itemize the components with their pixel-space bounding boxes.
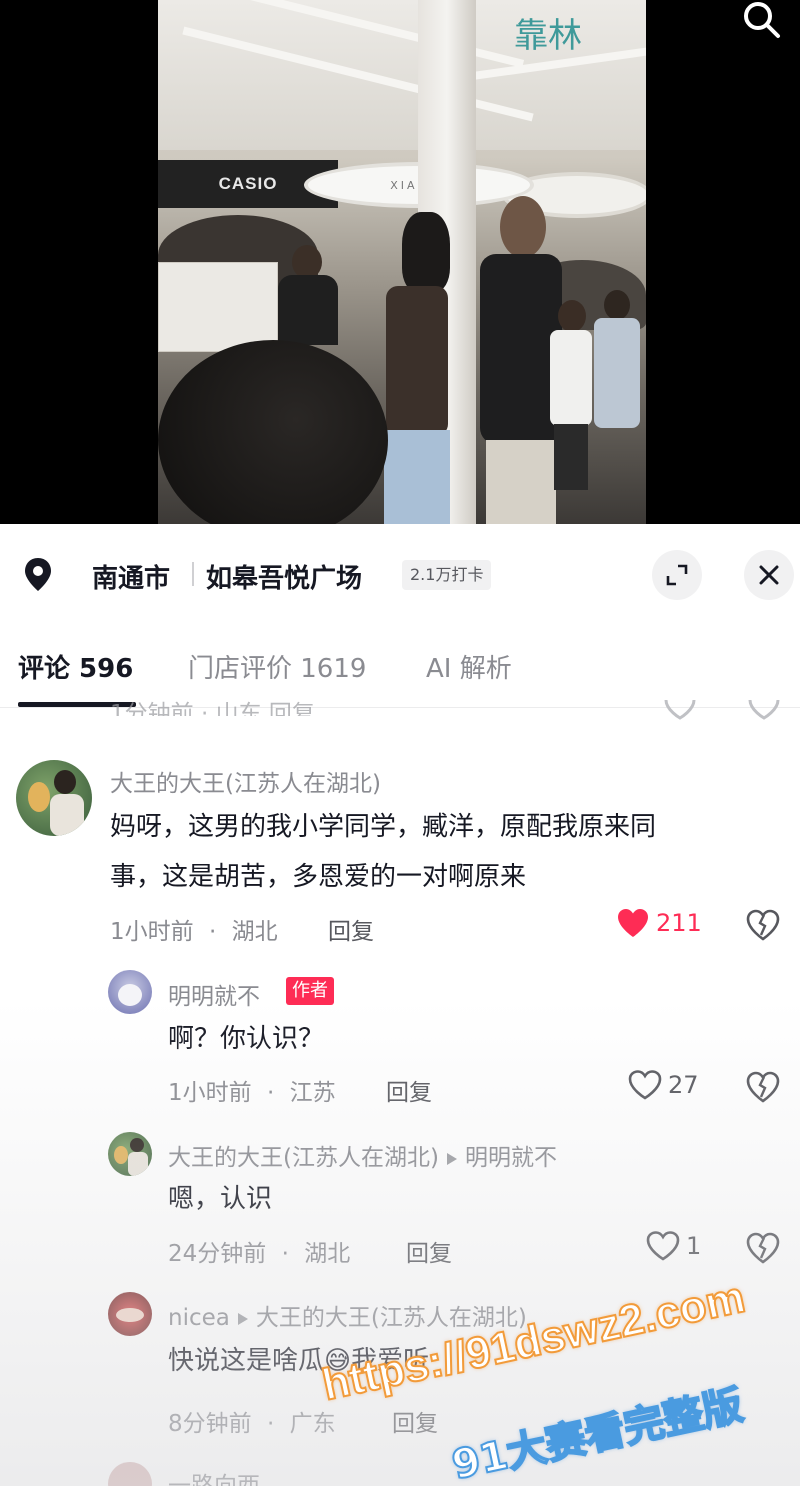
comment-time: 1小时前 — [110, 919, 194, 945]
comment-meta: 1小时前 · 湖北 — [110, 912, 278, 946]
avatar-figure — [128, 1152, 148, 1176]
comment-meta: 24分钟前 · 湖北 — [168, 1234, 350, 1268]
avatar[interactable] — [108, 1132, 152, 1176]
comment-text-part: 快说这是啥瓜 — [168, 1346, 325, 1376]
torso — [594, 318, 640, 428]
bystander — [278, 245, 338, 345]
close-button[interactable] — [744, 550, 794, 600]
comment-region: 湖北 — [304, 1241, 351, 1267]
avatar-figure — [118, 984, 142, 1006]
dislike-icon[interactable] — [746, 1231, 780, 1265]
tab-ai-analysis[interactable]: AI 解析 — [426, 648, 512, 685]
meta-dot: · — [266, 1411, 275, 1437]
location-place[interactable]: 如皋吾悦广场 — [206, 558, 362, 595]
head — [558, 300, 586, 332]
avatar-figure — [50, 794, 84, 836]
dislike-icon[interactable] — [746, 700, 782, 720]
woman-figure — [376, 212, 466, 524]
comment-text: 啊？你认识？ — [168, 1024, 325, 1054]
reply-button[interactable]: 回复 — [328, 912, 374, 946]
dislike-icon[interactable] — [746, 1070, 780, 1104]
checkin-count-badge: 2.1万打卡 — [402, 560, 492, 590]
comment-author-name[interactable]: 大王的大王(江苏人在湖北) — [110, 764, 381, 798]
comment-author-name[interactable]: 明明就不 — [168, 977, 260, 1011]
dislike-icon[interactable] — [746, 908, 780, 942]
heart-filled-icon — [618, 909, 648, 937]
close-icon — [759, 565, 779, 585]
head — [292, 245, 322, 279]
author-badge: 作者 — [286, 977, 334, 1005]
comment-author-name[interactable]: 一路向西 — [168, 1466, 260, 1486]
hair — [402, 212, 450, 292]
heart-outline-icon[interactable] — [662, 700, 698, 720]
head — [500, 196, 546, 258]
meta-dot: · — [266, 1080, 275, 1106]
location-divider — [192, 562, 194, 586]
expand-icon — [666, 564, 688, 586]
location-pin-icon — [25, 558, 51, 591]
heart-outline-icon — [646, 1231, 680, 1261]
comment-text: 事，这是胡苦，多恩爱的一对啊原来 — [110, 862, 527, 892]
search-icon[interactable] — [736, 0, 782, 40]
comment-region: 广东 — [289, 1411, 336, 1437]
bystander — [592, 290, 642, 490]
expand-button[interactable] — [652, 550, 702, 600]
reply-to-name[interactable]: 明明就不 — [465, 1145, 557, 1171]
like-count: 211 — [656, 909, 702, 937]
reply-button[interactable]: 回复 — [386, 1073, 432, 1107]
heart-outline-icon — [628, 1070, 662, 1100]
comment-meta: 1小时前 · 江苏 — [168, 1073, 336, 1107]
tab-comments[interactable]: 评论 596 — [18, 648, 133, 685]
torso — [278, 275, 338, 345]
comment-time: 24分钟前 — [168, 1241, 267, 1267]
like-count: 1 — [686, 1232, 702, 1260]
comment-author-name[interactable]: nicea — [168, 1305, 230, 1331]
comment-region: 湖北 — [231, 919, 278, 945]
tab-store-reviews[interactable]: 门店评价 1619 — [188, 648, 366, 685]
like-button[interactable]: 1 — [646, 1231, 701, 1261]
meta-dot: · — [281, 1241, 289, 1267]
foreground-head — [158, 340, 388, 524]
torso — [386, 286, 448, 436]
comment-region: 江苏 — [289, 1080, 336, 1106]
head — [604, 290, 630, 320]
avatar-figure — [54, 770, 76, 794]
jeans — [384, 430, 450, 524]
avatar-figure — [130, 1138, 144, 1152]
reply-button[interactable]: 回复 — [392, 1404, 438, 1438]
avatar-figure — [28, 782, 50, 812]
avatar[interactable] — [108, 1292, 152, 1336]
avatar-figure — [116, 1308, 144, 1322]
video-frame: 靠林 CASIO XIAOMI — [158, 0, 646, 524]
like-button[interactable]: 211 — [616, 908, 702, 938]
truncated-comment-meta: 1分钟前 · 山东 回复 — [110, 701, 315, 716]
child-figure — [548, 300, 594, 490]
reply-arrow-icon — [446, 1152, 457, 1165]
legs — [554, 424, 588, 490]
avatar-figure — [114, 1146, 128, 1164]
comment-text: 妈呀，这男的我小学同学，臧洋，原配我原来同 — [110, 812, 657, 842]
shop-sign: 靠林 — [514, 16, 582, 56]
comment-time: 1小时前 — [168, 1080, 252, 1106]
meta-dot: · — [208, 919, 217, 945]
location-city[interactable]: 南通市 — [92, 558, 170, 595]
comment-author-name[interactable]: 大王的大王(江苏人在湖北) — [168, 1145, 439, 1171]
comment-meta: 8分钟前 · 广东 — [168, 1404, 336, 1438]
comment-text: 嗯，认识 — [168, 1184, 273, 1214]
comment-author-line: 大王的大王(江苏人在湖北) 明明就不 — [168, 1138, 557, 1172]
like-button[interactable]: 27 — [628, 1070, 699, 1100]
torso — [550, 330, 592, 426]
comment-time: 8分钟前 — [168, 1411, 252, 1437]
display-counter — [158, 262, 278, 352]
comment-author-line: nicea 大王的大王(江苏人在湖北) — [168, 1298, 527, 1332]
reply-arrow-icon — [237, 1312, 248, 1325]
video-player[interactable]: 靠林 CASIO XIAOMI — [0, 0, 800, 524]
trousers — [486, 440, 556, 524]
reply-button[interactable]: 回复 — [406, 1234, 452, 1268]
avatar[interactable] — [108, 970, 152, 1014]
like-count: 27 — [668, 1071, 699, 1099]
avatar[interactable] — [16, 760, 92, 836]
